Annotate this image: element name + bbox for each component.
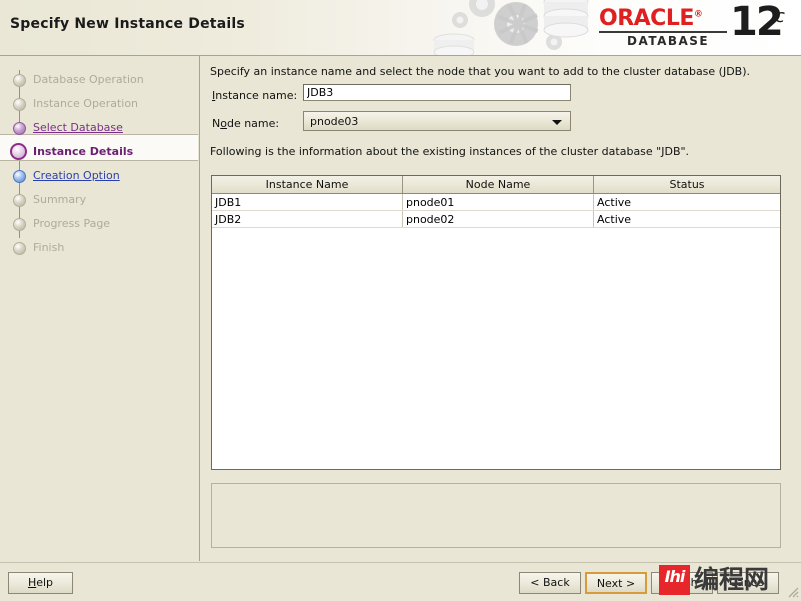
wizard-steps-sidebar: Database Operation Instance Operation Se… [0, 56, 200, 561]
step-marker-icon [13, 122, 26, 135]
table-row[interactable]: JDB2 pnode02 Active [212, 210, 780, 228]
existing-instances-table[interactable]: Instance Name Node Name Status JDB1 pnod… [211, 175, 781, 470]
help-button[interactable]: Help [8, 572, 73, 594]
cell-node-name: pnode01 [402, 193, 594, 211]
step-marker-active-icon [10, 143, 27, 160]
column-header-status[interactable]: Status [593, 176, 780, 194]
watermark-logo: Ihi 编程网 [659, 563, 799, 597]
database-wordmark: DATABASE [627, 34, 710, 48]
version-suffix: c [775, 6, 785, 27]
step-marker-icon [13, 194, 26, 207]
step-marker-icon [13, 74, 26, 87]
sidebar-item-database-operation: Database Operation [0, 68, 199, 92]
column-header-instance-name[interactable]: Instance Name [212, 176, 403, 194]
sidebar-item-label: Database Operation [33, 73, 144, 86]
table-row[interactable]: JDB1 pnode01 Active [212, 193, 780, 211]
sidebar-item-label[interactable]: Creation Option [33, 169, 120, 182]
oracle-wordmark: ORACLE® [599, 6, 703, 31]
instruction-text: Specify an instance name and select the … [210, 65, 751, 78]
page-title: Specify New Instance Details [10, 16, 245, 32]
instance-name-input[interactable] [303, 84, 571, 101]
database-cylinder-small-icon [433, 33, 475, 55]
sidebar-item-label: Summary [33, 193, 87, 206]
cell-status: Active [593, 193, 780, 211]
gears-database-graphic [433, 0, 589, 55]
sidebar-item-label: Finish [33, 241, 65, 254]
cell-node-name: pnode02 [402, 210, 594, 228]
node-name-label: Node name: [212, 117, 280, 130]
step-marker-icon [13, 218, 26, 231]
next-button[interactable]: Next > [585, 572, 647, 594]
help-button-label-rest: elp [36, 576, 54, 589]
watermark-text: 编程网 [694, 565, 770, 594]
step-marker-icon [13, 242, 26, 255]
sidebar-item-label: Instance Details [33, 145, 134, 158]
sidebar-item-instance-operation: Instance Operation [0, 92, 199, 116]
step-marker-icon [13, 170, 26, 183]
main-content-panel: Specify an instance name and select the … [200, 56, 801, 561]
oracle-logo: ORACLE® DATABASE 12 c [599, 0, 789, 52]
sidebar-item-finish: Finish [0, 236, 199, 260]
registered-mark: ® [693, 9, 703, 20]
resize-grip[interactable] [785, 584, 799, 598]
back-button[interactable]: < Back [519, 572, 581, 594]
instance-name-label: Instance name: [212, 89, 298, 102]
message-panel [211, 483, 781, 548]
sidebar-item-select-database[interactable]: Select Database [0, 116, 199, 140]
cell-status: Active [593, 210, 780, 228]
sidebar-item-label[interactable]: Select Database [33, 121, 123, 134]
sidebar-item-creation-option[interactable]: Creation Option [0, 164, 199, 188]
table-caption: Following is the information about the e… [210, 145, 690, 158]
version-number: 12 [730, 0, 784, 45]
chevron-down-icon [552, 120, 562, 125]
cell-instance-name: JDB1 [212, 193, 403, 211]
sidebar-item-label: Progress Page [33, 217, 111, 230]
table-header-row: Instance Name Node Name Status [212, 176, 780, 194]
sidebar-item-instance-details[interactable]: Instance Details [0, 140, 199, 164]
sidebar-item-progress-page: Progress Page [0, 212, 199, 236]
node-name-dropdown[interactable]: pnode03 [303, 111, 571, 131]
column-header-node-name[interactable]: Node Name [402, 176, 594, 194]
step-marker-icon [13, 98, 26, 111]
database-cylinder-icon [543, 0, 589, 38]
watermark-badge-text: Ihi [664, 567, 686, 586]
logo-divider [599, 31, 727, 33]
cell-instance-name: JDB2 [212, 210, 403, 228]
node-name-selected-value: pnode03 [310, 115, 359, 128]
sidebar-item-summary: Summary [0, 188, 199, 212]
header-banner: Specify New Instance Details ORACLE® DAT… [0, 0, 801, 56]
sidebar-item-label: Instance Operation [33, 97, 139, 110]
